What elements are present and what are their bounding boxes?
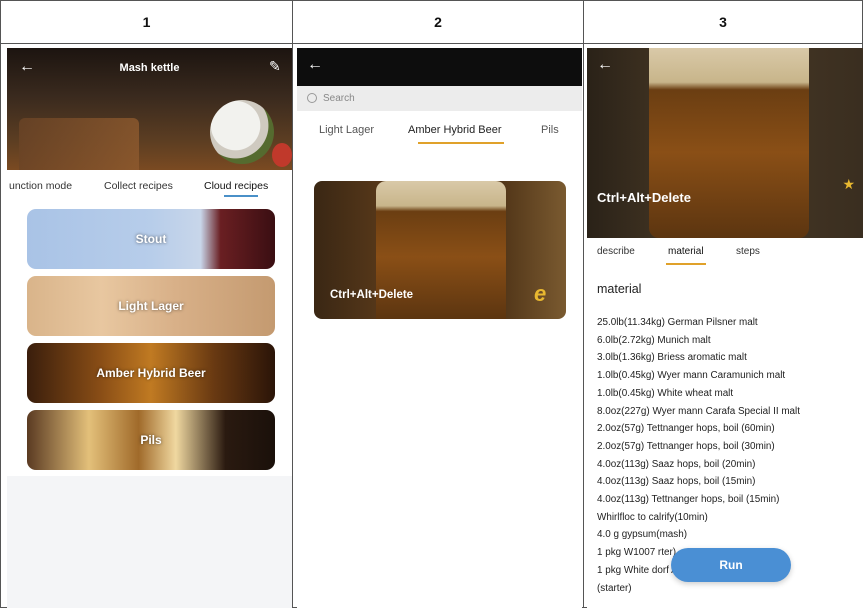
list-item: Whirlfloc to calrify(10min) [597, 511, 708, 523]
recipe-card-title: Ctrl+Alt+Delete [330, 289, 414, 301]
tab-describe[interactable]: describe [597, 246, 635, 257]
search-input[interactable]: Search [297, 86, 582, 111]
list-item: 4.0oz(113g) Tettnanger hops, boil (15min… [597, 494, 780, 506]
search-placeholder: Search [323, 93, 355, 104]
beer-glass-image [649, 48, 809, 238]
tab-material[interactable]: material [668, 246, 704, 257]
recipe-title: Ctrl+Alt+Delete [597, 190, 691, 205]
recipe-card-light-lager[interactable]: Light Lager [27, 276, 275, 336]
comparison-figure: 1 2 3 ← Mash kettle ✎ unction mode Colle… [0, 0, 863, 608]
mash-kettle-screen: ← Mash kettle ✎ unction mode Collect rec… [7, 48, 292, 608]
empty-area [7, 476, 292, 608]
tab-collect-recipes[interactable]: Collect recipes [104, 180, 173, 192]
list-item: 2.0oz(57g) Tettnanger hops, boil (30min) [597, 440, 775, 452]
column-label-1: 1 [142, 14, 151, 30]
list-item: 1.0lb(0.45kg) White wheat malt [597, 387, 734, 399]
recipe-card-amber-hybrid-beer[interactable]: Amber Hybrid Beer [27, 343, 275, 403]
active-tab-indicator [418, 142, 504, 144]
column-label-2: 2 [434, 14, 442, 30]
back-arrow-icon[interactable]: ← [597, 56, 613, 74]
list-item: 4.0oz(113g) Saaz hops, boil (20min) [597, 458, 756, 470]
divider [583, 1, 584, 607]
list-item: 4.0 g gypsum(mash) [597, 529, 688, 541]
page-title: Mash kettle [119, 62, 180, 74]
banner-tomato [272, 143, 292, 167]
list-item: 25.0lb(11.34kg) German Pilsner malt [597, 317, 758, 328]
list-item: 6.0lb(2.72kg) Munich malt [597, 334, 711, 346]
banner-plate [210, 100, 274, 164]
tab-steps[interactable]: steps [736, 246, 760, 257]
list-item: 4.0oz(113g) Saaz hops, boil (15min) [597, 476, 756, 488]
tab-pils[interactable]: Pils [541, 124, 559, 136]
active-tab-indicator [224, 195, 258, 197]
badge-icon: e [534, 281, 547, 306]
recipe-tabs: unction mode Collect recipes Cloud recip… [7, 180, 292, 200]
recipe-card[interactable]: Ctrl+Alt+Delete e [314, 181, 566, 319]
recipe-card-stout[interactable]: Stout [27, 209, 275, 269]
edit-pencil-icon[interactable]: ✎ [269, 58, 281, 75]
run-button[interactable]: Run [671, 548, 791, 582]
recipe-label: Pils [140, 433, 162, 447]
recipe-label: Light Lager [118, 299, 184, 313]
search-icon [307, 93, 317, 104]
style-tabs: Light Lager Amber Hybrid Beer Pils [297, 124, 582, 142]
active-tab-indicator [666, 263, 706, 265]
tab-cloud-recipes[interactable]: Cloud recipes [204, 180, 268, 192]
recipe-list-screen: ← Search Light Lager Amber Hybrid Beer P… [297, 48, 582, 608]
recipe-label: Stout [135, 232, 167, 246]
header-row: 1 2 3 [1, 1, 862, 44]
back-arrow-icon[interactable]: ← [307, 56, 323, 74]
tab-function-mode[interactable]: unction mode [9, 180, 72, 192]
recipe-card-pils[interactable]: Pils [27, 410, 275, 470]
section-heading: material [597, 282, 642, 296]
recipe-detail-screen: ← Ctrl+Alt+Delete ★ describe material st… [587, 48, 863, 608]
list-item: (starter) [597, 582, 632, 594]
tab-light-lager[interactable]: Light Lager [319, 124, 374, 136]
favorite-star-icon[interactable]: ★ [842, 176, 855, 193]
recipe-hero-image: ← Ctrl+Alt+Delete ★ [587, 48, 863, 238]
divider [292, 1, 293, 607]
list-item: 2.0oz(57g) Tettnanger hops, boil (60min) [597, 423, 775, 435]
list-item: 1.0lb(0.45kg) Wyer mann Caramunich malt [597, 370, 786, 382]
recipe-label: Amber Hybrid Beer [96, 366, 206, 380]
column-label-3: 3 [719, 14, 727, 30]
list-item: 8.0oz(227g) Wyer mann Carafa Special II … [597, 405, 800, 417]
list-item: 3.0lb(1.36kg) Briess aromatic malt [597, 352, 747, 364]
banner-bowl [19, 118, 139, 170]
tab-amber-hybrid-beer[interactable]: Amber Hybrid Beer [408, 124, 502, 136]
top-bar: ← [297, 48, 582, 86]
